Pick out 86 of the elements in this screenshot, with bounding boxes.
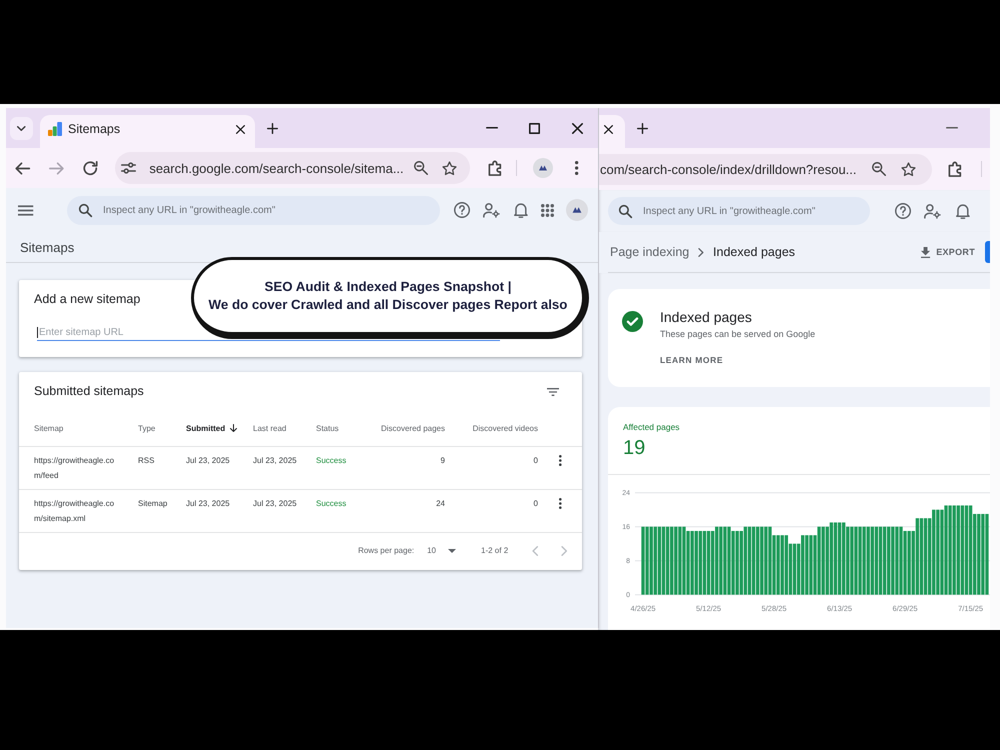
tab-list-button[interactable] [10, 116, 33, 140]
table-cell-text: 0 [534, 498, 538, 510]
search-field[interactable]: Inspect any URL in "growitheagle.com" [608, 197, 870, 225]
card-title: Submitted sitemaps [34, 384, 144, 399]
table-cell-text: Jul 23, 2025 [186, 498, 230, 510]
help-icon[interactable] [895, 203, 911, 219]
table-cell-text: Jul 23, 2025 [186, 455, 230, 467]
address-bar[interactable]: search.google.com/search-console/sitema... [115, 152, 470, 184]
table-cell-text: https://growitheagle.com/sitemap.xml [34, 498, 116, 525]
bell-icon[interactable] [514, 202, 528, 218]
table-cell-text: 9 [440, 455, 445, 467]
search-icon [618, 204, 632, 218]
bell-icon[interactable] [956, 204, 970, 218]
puzzle-icon[interactable] [488, 160, 502, 176]
bar-chart-icon [48, 122, 62, 136]
breadcrumb-link[interactable]: Page indexing [610, 245, 690, 259]
filter-icon[interactable] [547, 388, 559, 396]
caret-icon [448, 548, 456, 552]
rows-per-page-select[interactable]: 10 [427, 546, 456, 555]
search-icon [78, 204, 92, 216]
address-bar[interactable]: com/search-console/index/drilldown?resou... [598, 154, 932, 184]
star-icon[interactable] [900, 162, 916, 176]
callout-text: SEO Audit & Indexed Pages Snapshot | We do cover Crawled and all Discover pages Report also [208, 278, 568, 314]
column-header[interactable]: Last read [253, 420, 286, 436]
affected-pages-count: 19 [623, 437, 646, 459]
table-cell-text: Jul 23, 2025 [253, 455, 297, 467]
zoom-out-icon[interactable] [872, 162, 886, 176]
status-description: These pages can be served on Google [660, 328, 816, 340]
minimize-icon[interactable] [486, 127, 498, 129]
person-gear-icon[interactable] [483, 202, 500, 218]
column-header[interactable]: Status [316, 420, 339, 436]
column-header[interactable]: Sitemap [34, 420, 64, 436]
affected-pages-label: Affected pages [623, 422, 680, 432]
search-field[interactable]: Inspect any URL in "growitheagle.com" [67, 196, 440, 224]
plus-icon[interactable] [266, 122, 278, 134]
table-cell-text: Success [316, 455, 346, 467]
browser-tab[interactable]: Sitemaps [40, 115, 255, 148]
table-cell-text: https://growitheagle.com/feed [34, 455, 116, 482]
table-cell-text: Jul 23, 2025 [253, 498, 297, 510]
browser-tab[interactable] [598, 115, 625, 148]
apps-icon[interactable] [541, 204, 554, 216]
close-icon[interactable] [236, 124, 244, 134]
chevron-right-icon [698, 248, 704, 256]
check-circle-icon [622, 311, 643, 332]
back-icon[interactable] [15, 162, 30, 174]
column-header[interactable]: Discovered pages [380, 420, 445, 436]
puzzle-icon[interactable] [948, 161, 962, 177]
avatar-icon[interactable] [533, 158, 554, 178]
menu-icon[interactable] [18, 204, 33, 216]
more-icon[interactable] [558, 454, 562, 466]
table-cell-text: Success [316, 498, 346, 510]
column-header[interactable]: Type [138, 420, 156, 436]
breadcrumb-current: Indexed pages [713, 245, 796, 259]
help-icon[interactable] [454, 202, 470, 218]
export-button[interactable]: EXPORT [921, 246, 975, 258]
more-icon[interactable] [558, 498, 562, 508]
learn-more-link[interactable]: LEARN MORE [660, 355, 724, 366]
column-header[interactable]: Discovered videos [472, 420, 538, 436]
chevron-down-icon [17, 126, 26, 130]
close-icon[interactable] [604, 125, 612, 134]
card-title: Add a new sitemap [34, 292, 140, 307]
more-icon[interactable] [575, 161, 579, 175]
maximize-icon[interactable] [529, 122, 540, 134]
rows-per-page-label: Rows per page: [358, 546, 414, 555]
status-title: Indexed pages [660, 309, 752, 325]
zoom-out-icon[interactable] [414, 161, 428, 175]
page-title: Sitemaps [20, 240, 74, 254]
url-text: search.google.com/search-console/sitema... [149, 160, 404, 176]
avatar-icon[interactable] [566, 199, 588, 221]
table-cell-text: 24 [436, 498, 445, 510]
arrow-down-icon [230, 424, 238, 432]
table-cell-text: Sitemap [138, 498, 168, 510]
close-icon[interactable] [572, 122, 582, 134]
reload-icon[interactable] [83, 160, 98, 176]
page-range: 1-2 of 2 [481, 546, 508, 555]
text-cursor [37, 327, 38, 338]
url-text: com/search-console/index/drilldown?resou... [600, 162, 857, 176]
button-edge[interactable] [985, 241, 990, 263]
table-cell-text: RSS [138, 455, 154, 467]
star-icon[interactable] [442, 160, 458, 176]
column-header[interactable]: Submitted [186, 420, 238, 436]
table-cell-text: 0 [534, 455, 538, 467]
download-icon [921, 246, 930, 258]
person-gear-icon[interactable] [924, 204, 941, 218]
sliders-icon[interactable] [121, 162, 136, 174]
plus-icon[interactable] [636, 122, 648, 134]
